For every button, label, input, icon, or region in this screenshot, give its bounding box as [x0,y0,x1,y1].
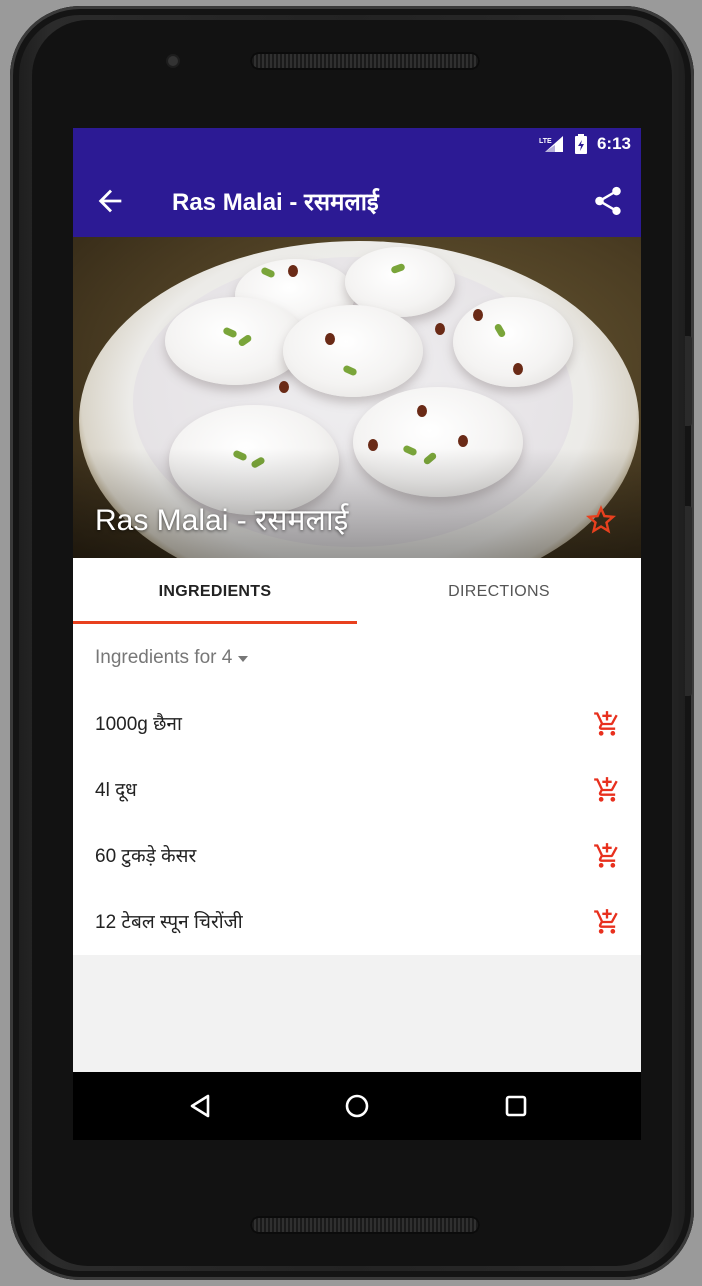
ingredient-row: 60 टुकड़े केसर [73,824,641,890]
add-shopping-cart-icon [594,711,618,736]
ingredient-row: 12 टेबल स्पून चिरोंजी [73,890,641,956]
square-recents-icon [505,1095,527,1117]
arrow-back-icon [98,189,122,213]
back-button[interactable] [93,184,127,218]
add-to-cart-button[interactable] [593,842,621,870]
tab-bar: INGREDIENTS DIRECTIONS [73,558,641,625]
battery-icon [574,134,587,154]
add-to-cart-button[interactable] [593,710,621,738]
add-to-cart-button[interactable] [593,776,621,804]
charoli-garnish [288,265,298,277]
charoli-garnish [325,333,335,345]
ingredients-panel: Ingredients for 4 1000g छैना 4l दूध 60 ट… [73,625,641,955]
recipe-image: Ras Malai - रसमलाई [73,237,641,558]
status-time: 6:13 [596,134,631,153]
app-screen: LTE 6:13 Ras Malai - रसमलाई Ras Malai - … [73,128,641,1140]
toolbar-title: Ras Malai - रसमलाई [172,189,379,216]
tab-directions[interactable]: DIRECTIONS [357,558,641,625]
servings-label: Ingredients for 4 [95,647,233,668]
add-shopping-cart-icon [594,843,618,868]
charoli-garnish [279,381,289,393]
ras-malai-piece [453,297,573,387]
nav-home-button[interactable] [340,1089,374,1123]
nav-back-button[interactable] [183,1089,217,1123]
ingredient-text: 60 टुकड़े केसर [95,846,197,867]
lte-label: LTE [539,138,552,145]
add-shopping-cart-icon [594,777,618,802]
circle-home-icon [345,1094,369,1118]
add-to-cart-button[interactable] [593,908,621,936]
ingredient-text: 1000g छैना [95,714,182,735]
lte-signal-icon: LTE [539,136,563,152]
volume-button [685,336,692,426]
tab-ingredients[interactable]: INGREDIENTS [73,558,357,625]
toolbar: Ras Malai - रसमलाई [73,164,641,237]
power-button [685,506,692,696]
ingredient-text: 4l दूध [95,780,137,801]
recipe-title: Ras Malai - रसमलाई [95,504,349,537]
bottom-speaker [250,1216,480,1234]
status-bar: LTE 6:13 [73,128,641,164]
ingredient-row: 4l दूध [73,758,641,824]
ingredient-row: 1000g छैना [73,692,641,758]
favorite-button[interactable] [583,502,619,538]
share-button[interactable] [591,184,625,218]
charoli-garnish [513,363,523,375]
ras-malai-piece [283,305,423,397]
ingredient-text: 12 टेबल स्पून चिरोंजी [95,912,243,933]
nav-recents-button[interactable] [499,1089,533,1123]
servings-dropdown[interactable]: Ingredients for 4 [95,647,249,669]
front-camera [168,56,178,66]
charoli-garnish [473,309,483,321]
triangle-back-icon [190,1094,210,1118]
add-shopping-cart-icon [594,909,618,934]
top-speaker [250,52,480,70]
charoli-garnish [458,435,468,447]
chevron-down-icon [238,656,249,662]
charoli-garnish [417,405,427,417]
share-icon [595,186,621,216]
star-outline-icon [586,505,616,534]
charoli-garnish [435,323,445,335]
system-navigation-bar [73,1072,641,1140]
tab-indicator [73,621,357,624]
